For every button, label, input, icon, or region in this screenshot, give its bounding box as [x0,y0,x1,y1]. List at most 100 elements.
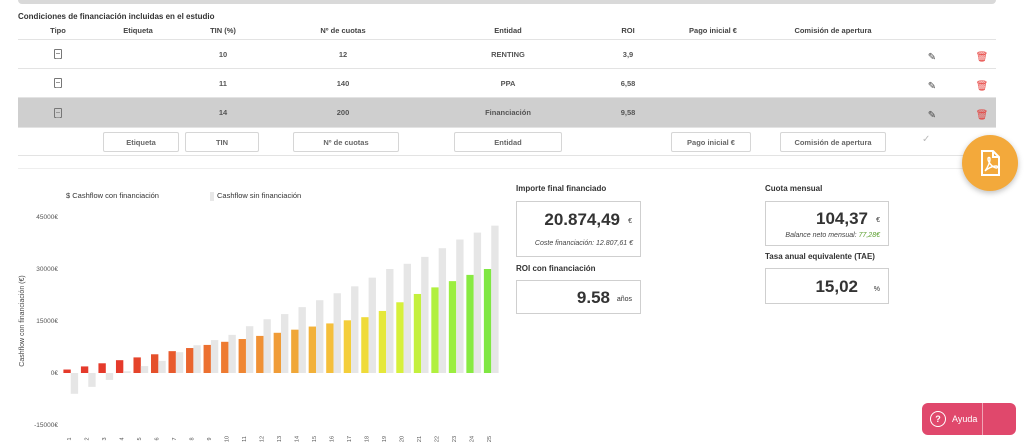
entidad-input[interactable]: Entidad [454,132,562,152]
cell-etiqueta [108,69,168,97]
edit-pencil-icon[interactable]: ✎ [922,72,942,100]
pago-input[interactable]: Pago inicial € [671,132,751,152]
bar-with-financing [361,317,369,373]
header-comision: Comisión de apertura [794,26,872,35]
x-tick-label: 10 [224,436,230,442]
x-tick-label: 25 [487,436,493,442]
cell-comision [778,40,888,68]
help-separator [982,403,983,435]
bar-with-financing [203,344,211,373]
bar-without-financing [210,340,219,373]
cuotas-input[interactable]: Nº de cuotas [293,132,399,152]
x-tick-label: 9 [207,437,213,440]
bar-with-financing [308,326,317,373]
x-tick-label: 21 [417,436,423,442]
balance-value: 77,28€ [858,232,880,239]
x-tick-label: 16 [330,436,336,442]
header-tin: TIN (%) [210,26,236,35]
x-tick-label: 18 [365,436,371,442]
bar-with-financing [273,332,281,373]
x-tick-label: 19 [382,436,388,442]
delete-trash-icon[interactable]: 🗑 [974,43,990,71]
tin-input[interactable]: TIN [185,132,259,152]
x-tick-label: 6 [154,437,160,440]
bar-with-financing [98,363,106,373]
legend-without-financing: Cashflow sin financiación [210,191,301,201]
bar-with-financing [80,366,89,373]
x-tick-label: 13 [277,436,283,442]
cuota-unit: € [876,217,880,224]
cell-roi: 6,58 [620,78,636,88]
header-etiqueta: Etiqueta [123,26,153,35]
bar-without-financing [456,239,464,373]
bar-with-financing [378,310,387,373]
legend-without-label: Cashflow sin financiación [217,191,302,200]
balance-neto: Balance neto mensual: 77,28€ [785,232,880,239]
table-row: 11 140 PPA 6,58 ✎ 🗑 [18,69,996,98]
bar-without-financing [351,286,359,373]
bar-without-financing [193,345,201,373]
legend-with-financing: $ Cashflow con financiación [66,191,159,200]
pdf-icon [981,150,1000,176]
roi-unit: años [616,296,632,303]
bar-without-financing [438,248,447,373]
delete-trash-icon[interactable]: 🗑 [974,101,990,130]
bar-without-financing [105,373,114,380]
x-tick-label: 1 [67,437,73,440]
bar-without-financing [421,256,429,373]
x-tick-label: 24 [470,436,476,442]
bar-with-financing [63,369,71,373]
edit-pencil-icon[interactable]: ✎ [922,101,942,130]
x-tick-label: 8 [189,437,195,440]
comision-input[interactable]: Comisión de apertura [780,132,886,152]
bar-without-financing [333,293,341,373]
cashflow-chart: 45000€ 30000€ 15000€ 0€ -15000€ Cashflow con … [19,214,499,442]
doc-icon [38,98,78,127]
cuota-box: 104,37 € Balance neto mensual: 77,28€ [765,201,889,246]
x-tick-label: 7 [172,437,178,440]
y-tick-label: 30000€ [36,266,58,273]
balance-label: Balance neto mensual: [785,232,857,239]
importe-label: Importe final financiado [516,184,607,193]
y-tick-label: 0€ [51,370,59,377]
bar-without-financing [298,307,306,373]
bar-with-financing [448,281,457,373]
table-row-selected: 14 200 Financiación 9,58 ✎ 🗑 [18,98,996,128]
edit-pencil-icon[interactable]: ✎ [922,43,942,71]
help-question-icon: ? [930,411,946,427]
bar-with-financing [326,323,334,373]
bar-with-financing [343,320,352,373]
table-header: Tipo Etiqueta TIN (%) Nº de cuotas Entid… [18,22,996,40]
etiqueta-input[interactable]: Etiqueta [103,132,179,152]
bar-without-financing [403,263,411,373]
bar-with-financing [466,274,474,373]
top-bar [18,0,996,4]
confirm-check-icon[interactable]: ✓ [922,134,930,145]
cuota-value: 104,37 [816,209,868,228]
pdf-export-button[interactable] [962,135,1018,191]
bar-without-financing [175,352,184,373]
help-button[interactable]: ? Ayuda [922,403,1016,435]
bar-with-financing [186,348,194,373]
header-roi: ROI [621,26,635,35]
bar-with-financing [431,287,439,373]
x-tick-label: 23 [452,436,458,442]
bar-without-financing [281,314,289,373]
bar-without-financing [368,277,376,373]
bar-with-financing [115,360,124,373]
cell-entidad: Financiación [485,108,531,117]
cell-cuotas: 12 [338,49,348,59]
x-tick-label: 22 [435,436,441,442]
delete-trash-icon[interactable]: 🗑 [974,72,990,100]
tae-label: Tasa anual equivalente (TAE) [765,252,875,261]
x-tick-label: 5 [137,437,143,440]
doc-icon [38,69,78,97]
cell-cuotas: 200 [336,108,350,117]
bar-without-financing [88,373,96,387]
header-entidad: Entidad [494,26,522,35]
divider [18,168,996,169]
bar-with-financing [396,302,404,373]
bar-with-financing [413,293,422,373]
cell-etiqueta [108,98,168,127]
coste-financiacion: Coste financiación: 12.807,61 € [534,240,633,247]
